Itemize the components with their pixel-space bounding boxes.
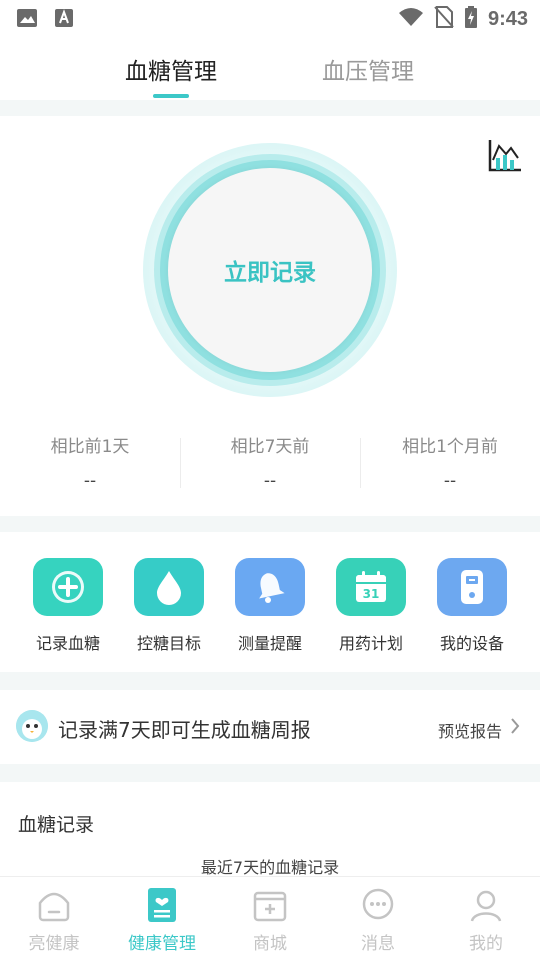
home-icon	[36, 887, 72, 923]
sugar-records-section: 血糖记录 最近7天的血糖记录	[0, 782, 540, 882]
compare-seven-days: 相比7天前 --	[180, 432, 360, 491]
trend-chart-icon[interactable]	[488, 138, 522, 172]
compare-one-month: 相比1个月前 --	[360, 432, 540, 491]
compare-value: --	[443, 471, 457, 491]
compare-previous-day: 相比前1天 --	[0, 432, 180, 491]
compare-label: 相比1个月前	[402, 437, 498, 457]
tab-bar: 血糖管理 血压管理	[0, 36, 540, 100]
compare-label: 相比前1天	[50, 437, 130, 457]
tab-blood-pressure[interactable]: 血压管理	[322, 52, 414, 86]
no-sim-icon	[434, 6, 454, 32]
record-card: 立即记录 相比前1天 -- 相比7天前 -- 相比1个月前 --	[0, 116, 540, 516]
font-icon	[54, 8, 74, 32]
calendar-icon: 31	[336, 558, 406, 616]
nav-label: 我的	[469, 934, 503, 954]
nav-profile[interactable]: 我的	[432, 887, 540, 954]
shortcut-grid: 记录血糖 控糖目标 测量提醒 31 用药计划 我的设备	[0, 532, 540, 672]
battery-charging-icon	[464, 6, 478, 32]
status-left	[16, 8, 74, 32]
record-now-button[interactable]: 立即记录	[168, 168, 372, 372]
shortcut-sugar-goal[interactable]: 控糖目标	[119, 558, 219, 654]
health-record-icon	[144, 887, 180, 923]
plus-circle-icon	[33, 558, 103, 616]
mascot-avatar-icon	[16, 710, 48, 742]
shortcut-label: 测量提醒	[237, 634, 302, 653]
message-icon	[360, 887, 396, 923]
nav-messages[interactable]: 消息	[324, 887, 432, 954]
nav-shop[interactable]: 商城	[216, 887, 324, 954]
preview-report-link[interactable]: 预览报告	[438, 718, 502, 742]
compare-value: --	[83, 471, 97, 491]
shortcut-record-sugar[interactable]: 记录血糖	[18, 558, 118, 654]
shortcut-medication-plan[interactable]: 31 用药计划	[321, 558, 421, 654]
drop-icon	[134, 558, 204, 616]
weekly-report-text: 记录满7天即可生成血糖周报	[58, 718, 311, 742]
chevron-right-icon	[510, 717, 520, 739]
shortcut-measure-reminder[interactable]: 测量提醒	[220, 558, 320, 654]
device-icon	[437, 558, 507, 616]
status-bar: 9:43	[0, 0, 540, 36]
tab-active-indicator	[153, 94, 189, 98]
shop-icon	[252, 887, 288, 923]
record-now-label: 立即记录	[224, 260, 316, 286]
status-time: 9:43	[487, 7, 528, 30]
shortcut-label: 控糖目标	[136, 634, 201, 653]
compare-label: 相比7天前	[230, 437, 310, 457]
bell-icon	[235, 558, 305, 616]
profile-icon	[468, 887, 504, 923]
records-title: 血糖记录	[18, 814, 95, 836]
image-icon	[16, 8, 38, 32]
shortcut-label: 我的设备	[439, 634, 504, 653]
nav-health-management[interactable]: 健康管理	[108, 887, 216, 954]
nav-home[interactable]: 亮健康	[0, 887, 108, 954]
nav-label: 消息	[361, 934, 395, 954]
shortcut-my-devices[interactable]: 我的设备	[422, 558, 522, 654]
weekly-report-banner[interactable]: 记录满7天即可生成血糖周报 预览报告	[0, 690, 540, 764]
calendar-day-text: 31	[363, 587, 380, 601]
compare-value: --	[263, 471, 277, 491]
bottom-nav: 亮健康 健康管理 商城 消息 我的	[0, 876, 540, 960]
wifi-icon	[398, 7, 424, 31]
nav-label: 亮健康	[28, 934, 80, 954]
shortcut-label: 用药计划	[338, 634, 403, 653]
status-right: 9:43	[398, 6, 528, 32]
records-subtitle: 最近7天的血糖记录	[200, 858, 340, 877]
tab-blood-sugar[interactable]: 血糖管理	[125, 52, 217, 86]
nav-label: 健康管理	[128, 934, 196, 954]
shortcut-label: 记录血糖	[35, 634, 100, 653]
nav-label: 商城	[253, 934, 287, 954]
